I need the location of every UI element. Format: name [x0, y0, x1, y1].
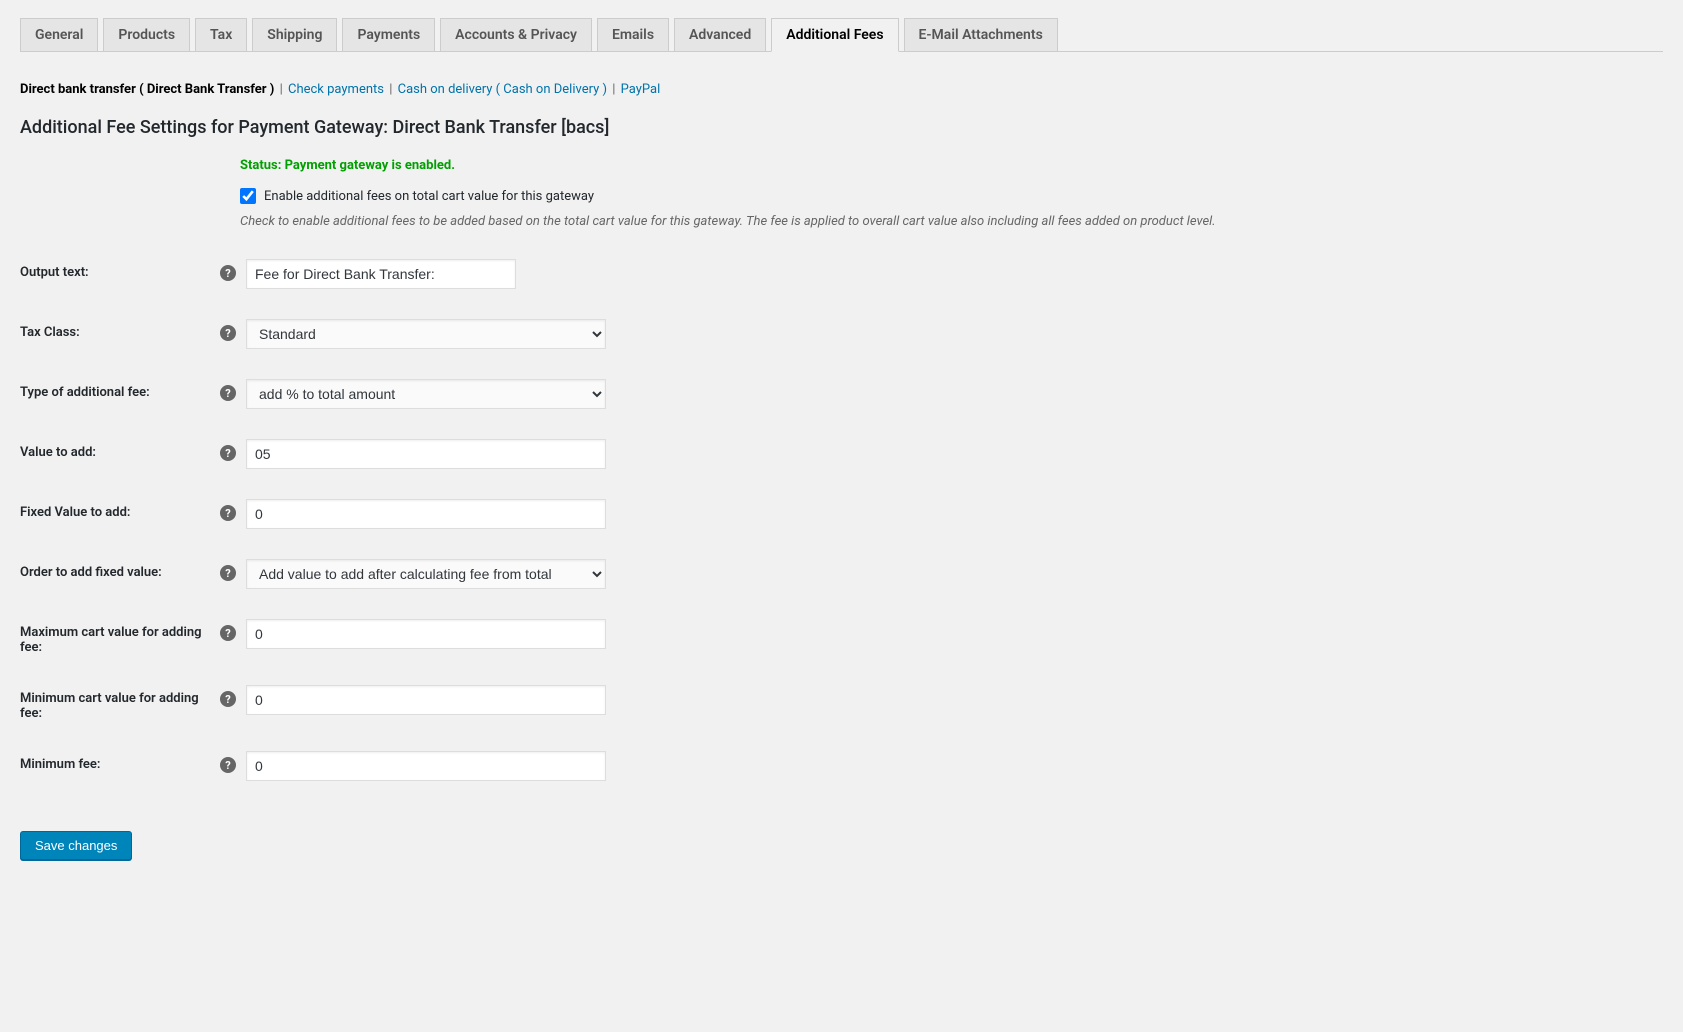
- max-cart-label: Maximum cart value for adding fee:: [20, 619, 220, 655]
- tab-tax[interactable]: Tax: [195, 18, 247, 51]
- help-icon[interactable]: ?: [220, 691, 236, 707]
- tab-shipping[interactable]: Shipping: [252, 18, 337, 51]
- tab-email-attachments[interactable]: E-Mail Attachments: [904, 18, 1058, 51]
- tab-accounts-privacy[interactable]: Accounts & Privacy: [440, 18, 592, 51]
- tab-general[interactable]: General: [20, 18, 98, 51]
- order-fixed-select[interactable]: Add value to add after calculating fee f…: [246, 559, 606, 589]
- enable-fees-description: Check to enable additional fees to be ad…: [240, 214, 1663, 229]
- gateway-status: Status: Payment gateway is enabled.: [240, 158, 455, 173]
- settings-tabs: General Products Tax Shipping Payments A…: [20, 18, 1663, 52]
- value-to-add-label: Value to add:: [20, 439, 220, 460]
- tab-emails[interactable]: Emails: [597, 18, 669, 51]
- max-cart-input[interactable]: [246, 619, 606, 649]
- order-fixed-label: Order to add fixed value:: [20, 559, 220, 580]
- tab-additional-fees[interactable]: Additional Fees: [771, 18, 898, 52]
- tab-products[interactable]: Products: [103, 18, 190, 51]
- output-text-input[interactable]: [246, 259, 516, 289]
- help-icon[interactable]: ?: [220, 265, 236, 281]
- tab-advanced[interactable]: Advanced: [674, 18, 766, 51]
- subnav-check-payments[interactable]: Check payments: [288, 82, 384, 97]
- min-fee-input[interactable]: [246, 751, 606, 781]
- fixed-value-label: Fixed Value to add:: [20, 499, 220, 520]
- min-cart-label: Minimum cart value for adding fee:: [20, 685, 220, 721]
- fixed-value-input[interactable]: [246, 499, 606, 529]
- help-icon[interactable]: ?: [220, 625, 236, 641]
- subnav-bank-transfer[interactable]: Direct bank transfer ( Direct Bank Trans…: [20, 82, 274, 97]
- page-title: Additional Fee Settings for Payment Gate…: [20, 117, 1663, 138]
- save-changes-button[interactable]: Save changes: [20, 831, 132, 860]
- tab-payments[interactable]: Payments: [342, 18, 435, 51]
- enable-fees-label: Enable additional fees on total cart val…: [264, 189, 594, 204]
- help-icon[interactable]: ?: [220, 757, 236, 773]
- value-to-add-input[interactable]: [246, 439, 606, 469]
- enable-fees-checkbox[interactable]: [240, 188, 256, 204]
- subnav-cash-on-delivery[interactable]: Cash on delivery ( Cash on Delivery ): [398, 82, 607, 97]
- gateway-subnav: Direct bank transfer ( Direct Bank Trans…: [20, 82, 1663, 97]
- help-icon[interactable]: ?: [220, 385, 236, 401]
- tax-class-label: Tax Class:: [20, 319, 220, 340]
- help-icon[interactable]: ?: [220, 565, 236, 581]
- help-icon[interactable]: ?: [220, 325, 236, 341]
- fee-type-select[interactable]: add % to total amount: [246, 379, 606, 409]
- tax-class-select[interactable]: Standard: [246, 319, 606, 349]
- min-cart-input[interactable]: [246, 685, 606, 715]
- fee-type-label: Type of additional fee:: [20, 379, 220, 400]
- help-icon[interactable]: ?: [220, 505, 236, 521]
- help-icon[interactable]: ?: [220, 445, 236, 461]
- output-text-label: Output text:: [20, 259, 220, 280]
- subnav-paypal[interactable]: PayPal: [621, 82, 661, 97]
- min-fee-label: Minimum fee:: [20, 751, 220, 772]
